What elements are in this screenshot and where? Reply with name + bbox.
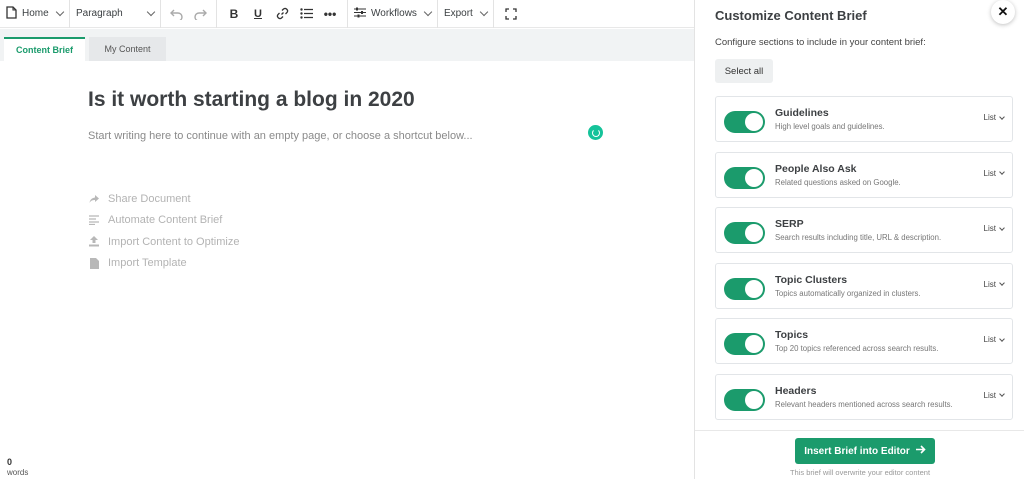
section-description: Related questions asked on Google. xyxy=(775,177,901,187)
grammarly-icon[interactable] xyxy=(588,125,603,140)
shortcut-import-template[interactable]: Import Template xyxy=(88,253,239,275)
editor-canvas[interactable]: Is it worth starting a blog in 2020 Star… xyxy=(0,61,694,479)
arrow-right-icon xyxy=(915,445,926,457)
export-dropdown[interactable]: Export xyxy=(438,0,494,28)
section-title: Topic Clusters xyxy=(775,273,848,286)
shortcut-label: Import Template xyxy=(108,257,187,270)
underline-icon[interactable]: U xyxy=(247,3,269,25)
section-description: Search results including title, URL & de… xyxy=(775,233,942,243)
toggle-switch[interactable] xyxy=(724,277,765,300)
upload-icon xyxy=(88,236,100,248)
panel-footer: Insert Brief into Editor This brief will… xyxy=(695,430,1024,479)
home-label: Home xyxy=(22,8,49,19)
shortcut-list: Share Document Automate Content Brief Im… xyxy=(88,188,239,274)
insert-brief-label: Insert Brief into Editor xyxy=(804,445,910,457)
toggle-switch[interactable] xyxy=(724,388,765,411)
chevron-down-icon xyxy=(146,7,156,17)
section-guidelines: Guidelines High level goals and guidelin… xyxy=(715,96,1013,142)
section-description: High level goals and guidelines. xyxy=(775,122,885,131)
lines-icon xyxy=(88,214,100,226)
section-list: Guidelines High level goals and guidelin… xyxy=(715,96,1013,430)
mode-label: List xyxy=(983,390,996,400)
document-icon xyxy=(88,257,100,269)
chevron-down-icon xyxy=(55,7,64,17)
tabs-bar: Content Brief My Content xyxy=(0,29,694,61)
tab-content-brief[interactable]: Content Brief xyxy=(4,37,85,61)
redo-icon[interactable] xyxy=(190,3,211,25)
editor-toolbar: Home Paragraph B U ••• Workflows Export xyxy=(0,0,694,28)
sliders-icon xyxy=(354,7,366,21)
section-topic-clusters: Topic Clusters Topics automatically orga… xyxy=(715,262,1013,309)
insert-brief-button[interactable]: Insert Brief into Editor xyxy=(795,438,935,464)
shortcut-label: Automate Content Brief xyxy=(108,214,223,227)
mode-label: List xyxy=(983,113,996,122)
customize-brief-panel: Customize Content Brief ✕ Configure sect… xyxy=(694,0,1024,479)
paragraph-dropdown[interactable]: Paragraph xyxy=(70,0,161,28)
word-count-label: words xyxy=(7,468,29,477)
workflows-label: Workflows xyxy=(371,8,417,19)
section-mode-dropdown[interactable]: List xyxy=(983,335,1005,345)
section-description: Topics automatically organized in cluste… xyxy=(775,288,921,298)
export-label: Export xyxy=(443,8,473,19)
mode-label: List xyxy=(983,335,996,345)
section-mode-dropdown[interactable]: List xyxy=(983,224,1005,234)
workflows-dropdown[interactable]: Workflows xyxy=(348,0,438,28)
section-mode-dropdown[interactable]: List xyxy=(983,113,1005,122)
chevron-down-icon xyxy=(999,113,1005,120)
mode-label: List xyxy=(983,168,996,178)
section-topics: Topics Top 20 topics referenced across s… xyxy=(715,318,1013,365)
chevron-down-icon xyxy=(999,280,1005,287)
panel-subtitle: Configure sections to include in your co… xyxy=(715,37,926,48)
close-button[interactable]: ✕ xyxy=(991,0,1015,24)
bold-icon[interactable]: B xyxy=(223,3,245,25)
chevron-down-icon xyxy=(999,391,1005,398)
document-title[interactable]: Is it worth starting a blog in 2020 xyxy=(88,88,415,112)
paragraph-label: Paragraph xyxy=(76,8,123,19)
shortcut-automate-content-brief[interactable]: Automate Content Brief xyxy=(88,210,239,232)
bullet-list-icon[interactable] xyxy=(295,3,317,25)
share-icon xyxy=(88,193,100,205)
section-serp: SERP Search results including title, URL… xyxy=(715,207,1013,254)
section-title: SERP xyxy=(775,218,804,231)
fullscreen-icon[interactable] xyxy=(500,3,522,25)
page-icon xyxy=(6,5,17,22)
shortcut-import-content[interactable]: Import Content to Optimize xyxy=(88,231,239,253)
section-title: Headers xyxy=(775,384,817,397)
panel-title: Customize Content Brief xyxy=(715,8,867,23)
word-counter: 0 words xyxy=(7,457,28,478)
chevron-down-icon xyxy=(423,7,433,17)
more-icon[interactable]: ••• xyxy=(319,3,341,25)
undo-icon[interactable] xyxy=(167,3,188,25)
section-title: Guidelines xyxy=(775,107,829,119)
section-people-also-ask: People Also Ask Related questions asked … xyxy=(715,151,1013,198)
home-dropdown[interactable]: Home xyxy=(0,0,70,28)
chevron-down-icon xyxy=(999,224,1005,231)
shortcut-label: Share Document xyxy=(108,192,191,205)
toggle-switch[interactable] xyxy=(724,166,765,189)
shortcut-share-document[interactable]: Share Document xyxy=(88,188,239,210)
shortcut-label: Import Content to Optimize xyxy=(108,235,240,248)
overwrite-warning: This brief will overwrite your editor co… xyxy=(789,468,931,477)
section-title: People Also Ask xyxy=(775,162,857,175)
chevron-down-icon xyxy=(999,336,1005,342)
toggle-switch[interactable] xyxy=(724,333,765,356)
tab-my-content[interactable]: My Content xyxy=(89,37,166,61)
section-mode-dropdown[interactable]: List xyxy=(983,168,1005,178)
word-count-value: 0 xyxy=(7,457,13,467)
section-title: Topics xyxy=(775,329,809,342)
toggle-switch[interactable] xyxy=(724,222,765,245)
mode-label: List xyxy=(983,224,996,234)
chevron-down-icon xyxy=(479,7,489,17)
section-description: Relevant headers mentioned across search… xyxy=(775,399,953,409)
mode-label: List xyxy=(983,279,996,289)
select-all-button[interactable]: Select all xyxy=(715,59,773,83)
section-mode-dropdown[interactable]: List xyxy=(983,279,1005,289)
section-description: Top 20 topics referenced across search r… xyxy=(775,344,939,354)
section-mode-dropdown[interactable]: List xyxy=(983,390,1005,400)
editor-placeholder[interactable]: Start writing here to continue with an e… xyxy=(88,130,473,142)
toggle-switch[interactable] xyxy=(724,111,765,133)
link-icon[interactable] xyxy=(271,3,293,25)
section-headers: Headers Relevant headers mentioned acros… xyxy=(715,373,1013,420)
chevron-down-icon xyxy=(999,169,1005,175)
